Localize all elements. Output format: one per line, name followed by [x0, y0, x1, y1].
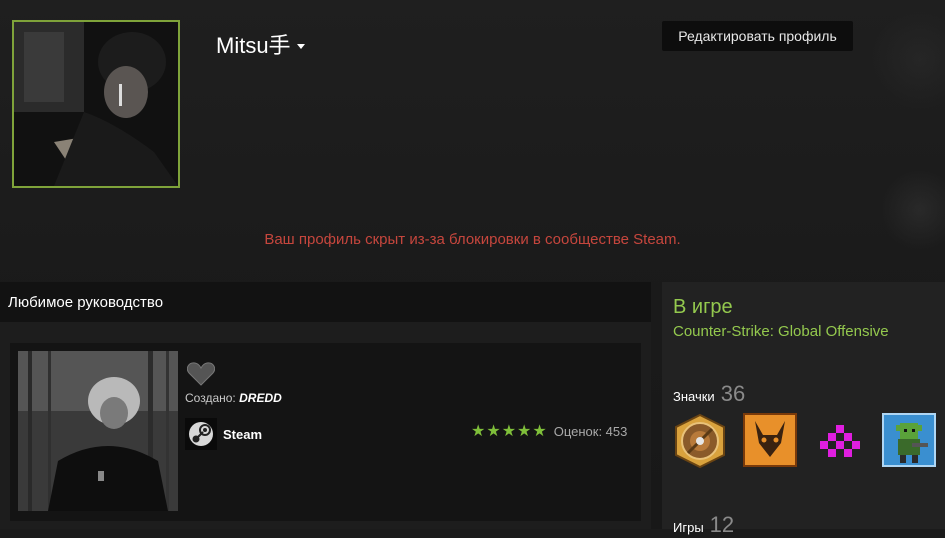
chevron-down-icon — [296, 43, 305, 49]
steam-icon — [185, 418, 217, 450]
created-label: Создано: — [185, 391, 236, 405]
guide-thumbnail[interactable] — [18, 351, 178, 511]
guide-app[interactable]: Steam — [185, 418, 262, 450]
guide-author[interactable]: DREDD — [239, 391, 282, 405]
badges-label: Значки — [673, 389, 715, 404]
rating-count: Оценок: 453 — [553, 423, 628, 439]
private-profile-notice: Ваш профиль скрыт из-за блокировки в соо… — [264, 231, 681, 248]
in-game-name[interactable]: Counter-Strike: Global Offensive — [673, 323, 889, 340]
pixel-goblin-badge-icon[interactable] — [882, 413, 938, 469]
edit-profile-button[interactable]: Редактировать профиль — [662, 21, 853, 51]
profile-avatar[interactable] — [12, 20, 180, 188]
showcase-header: Любимое руководство — [0, 282, 651, 322]
avatar-image — [14, 22, 178, 186]
persona-name: Mitsu手 — [216, 33, 291, 58]
badges-count: 36 — [720, 381, 746, 406]
games-count: 12 — [709, 512, 735, 537]
pixel-invader-badge-icon[interactable] — [814, 413, 870, 469]
heart-favorite-icon[interactable] — [186, 362, 216, 391]
persona-name-dropdown[interactable]: Mitsu手 — [216, 28, 305, 60]
games-label: Игры — [673, 520, 704, 535]
shield-badge-icon[interactable] — [672, 413, 728, 469]
guide-app-name: Steam — [223, 426, 263, 442]
rating-stars-icon: ★★★★★ — [471, 423, 548, 440]
guide-rating: ★★★★★ Оценок: 453 — [471, 421, 627, 441]
guide-thumbnail-image — [18, 351, 178, 511]
games-section-label[interactable]: Игры 12 — [673, 512, 734, 538]
in-game-status: В игре — [673, 296, 733, 318]
favorite-guide-showcase: Любимое руководство — [0, 282, 651, 529]
guide-author-line: Создано: DREDD — [185, 391, 282, 405]
badges-section-label[interactable]: Значки 36 — [673, 381, 745, 407]
fox-badge-icon[interactable] — [743, 413, 799, 469]
showcase-title: Любимое руководство — [8, 293, 164, 311]
